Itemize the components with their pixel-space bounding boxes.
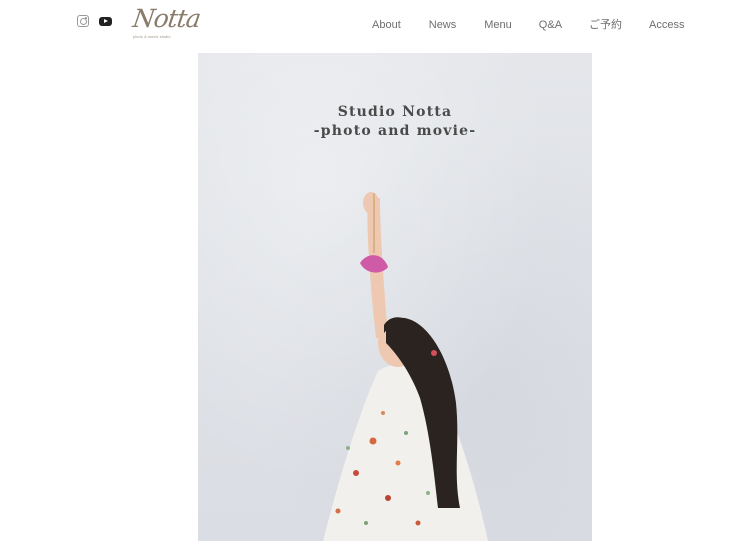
hero-image: Studio Notta -photo and movie- — [198, 53, 592, 541]
nav-access[interactable]: Access — [649, 18, 684, 32]
nav-about[interactable]: About — [372, 18, 401, 32]
logo-tagline: photo & movie studio — [133, 35, 171, 39]
site-logo[interactable]: Notta photo & movie studio — [131, 4, 203, 44]
nav-menu[interactable]: Menu — [484, 18, 512, 32]
site-header: Notta photo & movie studio About News Me… — [0, 0, 750, 50]
hero-title-line1: Studio Notta — [337, 104, 453, 120]
nav-reservation[interactable]: ご予約 — [589, 18, 622, 32]
logo-wordmark: Notta — [131, 4, 203, 33]
hero-title: Studio Notta -photo and movie- — [198, 103, 592, 141]
social-links — [77, 15, 112, 27]
nav-qa[interactable]: Q&A — [539, 18, 562, 32]
instagram-icon[interactable] — [77, 15, 89, 27]
youtube-icon[interactable] — [99, 16, 112, 26]
hero-title-line2: -photo and movie- — [313, 123, 477, 139]
main-nav: About News Menu Q&A ご予約 Access — [372, 18, 685, 32]
nav-news[interactable]: News — [429, 18, 457, 32]
